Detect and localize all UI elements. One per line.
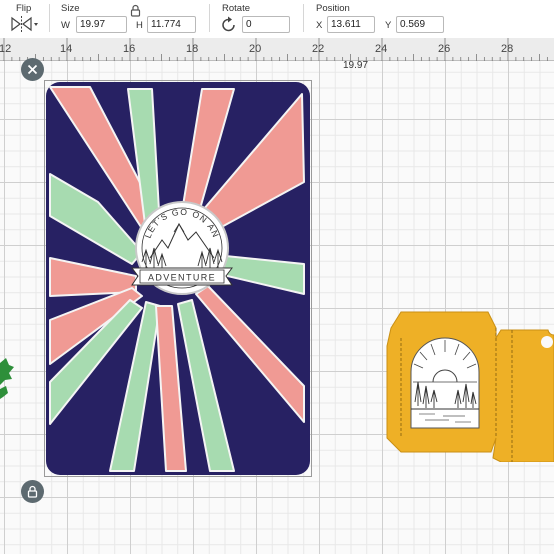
badge-banner-text: ADVENTURE: [148, 273, 216, 283]
rotate-icon[interactable]: [221, 15, 237, 33]
ruler-ticks: [3, 38, 548, 61]
y-axis-label: Y: [385, 20, 392, 31]
close-icon: [27, 64, 38, 75]
rotate-label: Rotate: [222, 3, 250, 14]
ruler-number: 20: [249, 43, 262, 55]
ruler-number: 18: [186, 43, 199, 55]
lock-icon: [27, 485, 38, 498]
sunburst-card[interactable]: LET'S GO ON AN ADVENTURE: [46, 82, 310, 475]
x-axis-label: X: [316, 20, 323, 31]
edit-toolbar: Flip Size W H Rotate Position X Y: [0, 0, 554, 38]
ruler-number: 12: [0, 43, 12, 55]
toolbar-divider: [49, 4, 50, 32]
ruler-number: 22: [312, 43, 325, 55]
ruler-number: 14: [60, 43, 73, 55]
horizontal-ruler: 12 14 16 18 20 22 24 26 28: [0, 38, 554, 61]
ruler-number: 28: [501, 43, 514, 55]
envelope-shape[interactable]: [383, 310, 554, 462]
height-axis-label: H: [136, 20, 143, 31]
ruler-number: 26: [438, 43, 451, 55]
width-axis-label: W: [61, 20, 70, 31]
ruler-number: 16: [123, 43, 136, 55]
size-label: Size: [61, 3, 80, 14]
height-input[interactable]: [147, 16, 196, 33]
toolbar-divider: [209, 4, 210, 32]
flip-label: Flip: [16, 3, 32, 14]
position-label: Position: [316, 3, 350, 14]
x-position-input[interactable]: [327, 16, 375, 33]
width-input[interactable]: [76, 16, 127, 33]
toolbar-divider: [303, 4, 304, 32]
rotate-input[interactable]: [242, 16, 290, 33]
lock-proportions-button[interactable]: [21, 480, 44, 503]
leaf-shape[interactable]: [0, 355, 14, 403]
lock-icon[interactable]: [130, 4, 141, 17]
width-dimension-label: 19.97: [343, 60, 369, 71]
flip-icon[interactable]: [9, 14, 39, 34]
ruler-number: 24: [375, 43, 388, 55]
delete-button[interactable]: [21, 58, 44, 81]
y-position-input[interactable]: [396, 16, 444, 33]
